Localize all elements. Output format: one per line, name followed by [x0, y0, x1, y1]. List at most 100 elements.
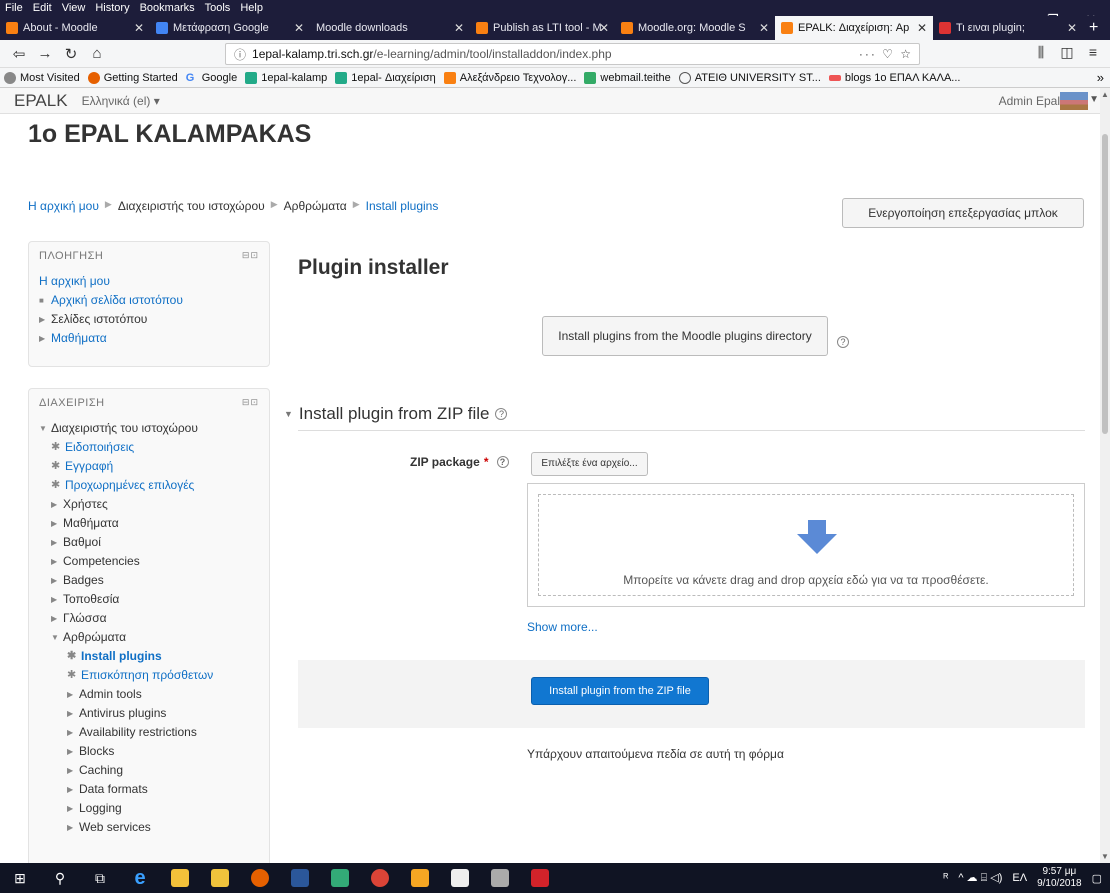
scroll-down-icon[interactable]: ▼ [1101, 852, 1109, 861]
block-controls-icon[interactable]: ⊟⊡ [242, 397, 259, 409]
expand-arrow-icon[interactable]: ▶ [67, 818, 79, 837]
admin-blocks[interactable]: Blocks [79, 742, 114, 761]
expand-arrow-icon[interactable]: ▶ [51, 571, 63, 590]
store-icon[interactable] [200, 863, 240, 893]
close-tab-icon[interactable]: ✕ [917, 21, 927, 35]
chevron-down-icon[interactable]: ▼ [1089, 94, 1099, 105]
tab-epalk-admin[interactable]: EPALK: Διαχείριση: Ap ✕ [775, 16, 933, 40]
expand-arrow-icon[interactable]: ▶ [67, 761, 79, 780]
menu-file[interactable]: File [0, 2, 28, 14]
reload-icon[interactable]: ↻ [58, 45, 84, 63]
close-tab-icon[interactable]: ✕ [294, 21, 304, 35]
admin-users[interactable]: Χρήστες [63, 495, 108, 514]
language-menu[interactable]: Ελληνικά (el) ▾ [82, 94, 160, 108]
home-icon[interactable]: ⌂ [84, 45, 110, 62]
file-explorer-icon[interactable] [160, 863, 200, 893]
breadcrumb-home[interactable]: Η αρχική μου [28, 199, 99, 213]
hamburger-menu-icon[interactable]: ≡ [1080, 44, 1106, 61]
expand-arrow-icon[interactable]: ▶ [51, 590, 63, 609]
collapse-arrow-icon[interactable]: ▼ [51, 628, 63, 647]
install-from-zip-button[interactable]: Install plugin from the ZIP file [531, 677, 709, 705]
show-more-link[interactable]: Show more... [527, 620, 598, 634]
admin-data-formats[interactable]: Data formats [79, 780, 148, 799]
start-icon[interactable]: ⊞ [0, 863, 40, 893]
back-icon[interactable]: ⇦ [6, 45, 32, 63]
nav-site-pages[interactable]: Σελίδες ιστοτόπου [51, 310, 147, 329]
page-scrollbar[interactable]: ▲ ▼ [1100, 88, 1110, 863]
menu-edit[interactable]: Edit [28, 2, 57, 14]
expand-arrow-icon[interactable]: ▶ [67, 704, 79, 723]
admin-courses[interactable]: Μαθήματα [63, 514, 119, 533]
bookmark-1epal-admin[interactable]: 1epal- Διαχείριση [331, 71, 440, 84]
admin-caching[interactable]: Caching [79, 761, 123, 780]
breadcrumb-plugins[interactable]: Αρθρώματα [284, 199, 347, 213]
install-from-directory-button[interactable]: Install plugins from the Moodle plugins … [542, 316, 828, 356]
url-bar[interactable]: ⓘ 1epal-kalamp.tri.sch.gr /e-learning/ad… [225, 43, 920, 65]
expand-arrow-icon[interactable]: ▶ [39, 329, 51, 348]
tab-about-moodle[interactable]: About - Moodle ✕ [0, 16, 150, 40]
scrollbar-thumb[interactable] [1102, 134, 1108, 434]
expand-arrow-icon[interactable]: ▶ [67, 742, 79, 761]
scroll-up-icon[interactable]: ▲ [1101, 90, 1109, 99]
help-icon[interactable]: ? [837, 336, 849, 348]
document-icon[interactable] [440, 863, 480, 893]
search-icon[interactable]: ⚲ [40, 863, 80, 893]
close-tab-icon[interactable]: ✕ [599, 21, 609, 35]
chrome-icon[interactable] [360, 863, 400, 893]
expand-arrow-icon[interactable]: ▶ [39, 310, 51, 329]
help-icon[interactable]: ? [496, 456, 509, 468]
admin-grades[interactable]: Βαθμοί [63, 533, 101, 552]
word-icon[interactable] [280, 863, 320, 893]
bookmark-most-visited[interactable]: Most Visited [0, 71, 84, 84]
expand-arrow-icon[interactable]: ▶ [67, 685, 79, 704]
menu-bookmarks[interactable]: Bookmarks [135, 2, 200, 14]
page-actions-icon[interactable]: ··· ♡ ☆ [859, 47, 913, 61]
notifications-icon[interactable]: ▢ [1092, 872, 1102, 885]
bookmark-blogs[interactable]: blogs 1ο ΕΠΑΛ ΚΑΛΑ... [825, 72, 965, 84]
collapse-arrow-icon[interactable]: ▼ [39, 419, 51, 438]
task-view-icon[interactable]: ⧉ [80, 863, 120, 893]
collapse-arrow-icon[interactable]: ▼ [284, 409, 293, 419]
library-icon[interactable]: ⫼ [1028, 44, 1054, 61]
admin-site-admin[interactable]: Διαχειριστής του ιστοχώρου [51, 419, 198, 438]
choose-file-button[interactable]: Επιλέξτε ένα αρχείο... [531, 452, 648, 476]
menu-help[interactable]: Help [235, 2, 268, 14]
admin-web-services[interactable]: Web services [79, 818, 151, 837]
firefox-icon[interactable] [240, 863, 280, 893]
file-drop-zone[interactable]: Μπορείτε να κάνετε drag and drop αρχεία … [527, 483, 1085, 607]
tray-icons[interactable]: ^ ☁ ⌸ ◁) [958, 871, 1002, 885]
app-icon[interactable] [480, 863, 520, 893]
bookmark-getting-started[interactable]: Getting Started [84, 71, 182, 84]
tab-moodle-downloads[interactable]: Moodle downloads ✕ [310, 16, 470, 40]
nav-site-home-link[interactable]: Αρχική σελίδα ιστοτόπου [51, 291, 183, 310]
admin-advanced-features[interactable]: Προχωρημένες επιλογές [65, 476, 194, 495]
edge-icon[interactable]: e [120, 863, 160, 893]
expand-arrow-icon[interactable]: ▶ [67, 780, 79, 799]
nav-courses[interactable]: Μαθήματα [51, 329, 107, 348]
admin-availability-restrictions[interactable]: Availability restrictions [79, 723, 197, 742]
admin-badges[interactable]: Badges [63, 571, 104, 590]
admin-plugins-overview[interactable]: Επισκόπηση πρόσθετων [81, 666, 213, 685]
sidebar-icon[interactable]: ◫ [1054, 44, 1080, 61]
tab-moodle-org[interactable]: Moodle.org: Moodle S ✕ [615, 16, 775, 40]
expand-arrow-icon[interactable]: ▶ [51, 552, 63, 571]
tab-publish-lti[interactable]: Publish as LTI tool - M ✕ [470, 16, 615, 40]
close-tab-icon[interactable]: ✕ [454, 21, 464, 35]
admin-registration[interactable]: Εγγραφή [65, 457, 113, 476]
help-icon[interactable]: ? [495, 408, 508, 420]
breadcrumb-site-admin[interactable]: Διαχειριστής του ιστοχώρου [118, 199, 265, 213]
zip-fieldset-legend[interactable]: ▼ Install plugin from ZIP file ? [284, 404, 508, 424]
site-info-icon[interactable]: ⓘ [234, 46, 246, 63]
people-icon[interactable]: ᴿ [943, 872, 948, 884]
bookmark-alexandreio[interactable]: Αλεξάνδρειο Τεχνολογ... [440, 71, 581, 84]
admin-antivirus-plugins[interactable]: Antivirus plugins [79, 704, 166, 723]
admin-language[interactable]: Γλώσσα [63, 609, 107, 628]
more-bookmarks-icon[interactable]: » [1097, 70, 1104, 85]
new-tab-icon[interactable]: + [1083, 16, 1104, 40]
admin-install-plugins[interactable]: Install plugins [81, 647, 162, 666]
close-tab-icon[interactable]: ✕ [134, 21, 144, 35]
bookmark-webmail[interactable]: webmail.teithe [580, 71, 674, 84]
acrobat-icon[interactable] [520, 863, 560, 893]
admin-logging[interactable]: Logging [79, 799, 122, 818]
app-icon[interactable] [400, 863, 440, 893]
